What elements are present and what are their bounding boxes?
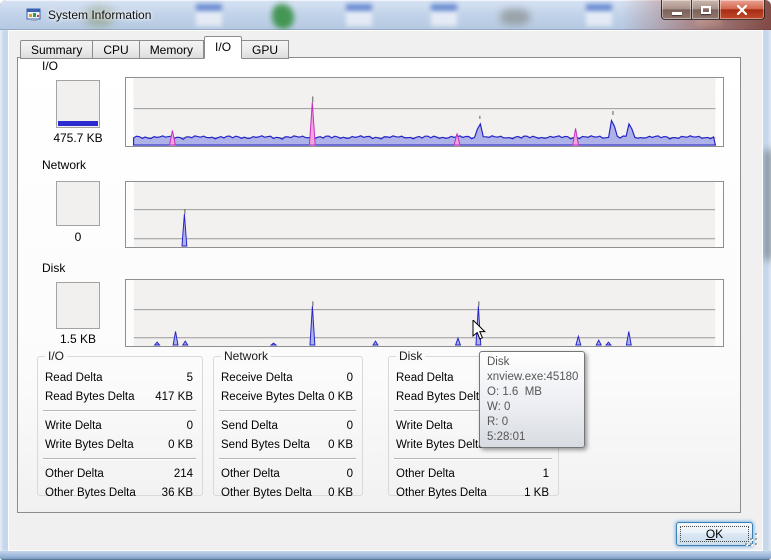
group-separator	[394, 458, 552, 460]
group-body: Read Delta 5 Read Bytes Delta 417 KB Write D…	[38, 357, 202, 495]
stat-label: Read Bytes Delta	[396, 391, 486, 403]
stat-value: 214	[174, 468, 193, 480]
group-body: Receive Delta0Receive Bytes Delta0 KBSen…	[214, 357, 362, 495]
ok-button-label: OK	[706, 527, 723, 541]
caption-buttons	[661, 0, 765, 20]
tooltip-line: W: 0	[487, 400, 584, 415]
stats-groups: I/ORead Delta5Read Bytes Delta417 KBWrit…	[18, 58, 740, 512]
stat-row: Read Delta 5	[38, 368, 202, 387]
stat-row: Receive Delta 0	[214, 368, 362, 387]
stat-row: Other Bytes Delta 0 KB	[214, 483, 362, 502]
mouse-cursor	[472, 320, 486, 341]
minimize-button[interactable]	[661, 0, 691, 20]
close-button[interactable]	[720, 0, 765, 20]
stat-label: Other Bytes Delta	[45, 487, 136, 499]
window-border-right	[763, 30, 771, 551]
tab-i-o[interactable]: I/O	[204, 36, 242, 59]
stat-row: Other Delta 0	[214, 464, 362, 483]
stat-value: 417 KB	[155, 391, 193, 403]
group-network: NetworkReceive Delta0Receive Bytes Delta…	[213, 356, 363, 496]
window-title: System Information	[48, 8, 151, 22]
stat-label: Read Delta	[396, 372, 454, 384]
blurred-window-icon	[196, 4, 222, 26]
stat-row: Other Bytes Delta 36 KB	[38, 483, 202, 502]
stat-label: Receive Delta	[221, 372, 293, 384]
stat-row: Other Delta 1	[389, 464, 558, 483]
app-icon[interactable]	[26, 7, 42, 23]
blurred-window-icon	[586, 4, 612, 26]
tab-summary[interactable]: Summary	[20, 40, 93, 59]
minimize-icon	[672, 12, 682, 15]
stat-label: Send Delta	[221, 420, 278, 432]
stat-row: Write Bytes Delta 0 KB	[38, 435, 202, 454]
close-icon	[736, 5, 748, 15]
tab-memory[interactable]: Memory	[140, 40, 204, 59]
stat-label: Read Delta	[45, 372, 103, 384]
blurred-gray-blob	[500, 9, 530, 25]
group-i-o: I/ORead Delta5Read Bytes Delta417 KBWrit…	[37, 356, 203, 496]
stat-label: Write Delta	[396, 420, 453, 432]
stat-value: 0	[347, 372, 353, 384]
window-border-bottom	[0, 551, 771, 560]
system-information-window: System Information SummaryCPUMemoryI/OGP…	[0, 0, 771, 560]
stat-label: Other Delta	[45, 468, 104, 480]
window-border-left	[0, 30, 8, 551]
maximize-button[interactable]	[691, 0, 720, 20]
tab-page-io: I/O475.7 KBNetwork0Disk1.5 KB I/ORead De…	[17, 57, 741, 513]
glass-smudge	[764, 150, 771, 260]
stat-row: Read Bytes Delta 417 KB	[38, 387, 202, 406]
tab-strip: SummaryCPUMemoryI/OGPU	[20, 35, 289, 58]
stat-label: Receive Bytes Delta	[221, 391, 325, 403]
stat-row: Receive Bytes Delta0 KB	[214, 387, 362, 406]
stat-row: Send Bytes Delta 0 KB	[214, 435, 362, 454]
disk-tooltip: Diskxnview.exe:45180O: 1.6 MBW: 0R: 05:2…	[479, 351, 585, 448]
tab-cpu[interactable]: CPU	[93, 40, 139, 59]
stat-label: Write Bytes Delta	[45, 439, 134, 451]
group-separator	[219, 410, 356, 412]
group-separator	[43, 458, 196, 460]
system-info-icon	[26, 7, 42, 23]
stat-label: Other Bytes Delta	[396, 487, 487, 499]
stat-value: 5	[187, 372, 193, 384]
stat-row: Write Delta 0	[38, 416, 202, 435]
stat-value: 1	[543, 468, 549, 480]
stat-label: Other Delta	[221, 468, 280, 480]
tooltip-line: O: 1.6 MB	[487, 385, 584, 400]
stat-row: Send Delta 0	[214, 416, 362, 435]
blurred-window-icon	[346, 4, 372, 26]
blurred-window-icon	[431, 4, 457, 26]
tooltip-line: R: 0	[487, 415, 584, 430]
stat-value: 0	[347, 420, 353, 432]
stat-label: Write Delta	[45, 420, 102, 432]
stat-row: Other Delta 214	[38, 464, 202, 483]
resize-grip[interactable]	[745, 533, 760, 548]
stat-row: Other Bytes Delta 1 KB	[389, 483, 558, 502]
stat-label: Write Bytes Delta	[396, 439, 485, 451]
tooltip-line: Disk	[487, 355, 584, 370]
tooltip-line: xnview.exe:45180	[487, 370, 584, 385]
stat-label: Other Delta	[396, 468, 455, 480]
stat-value: 0 KB	[328, 391, 353, 403]
ok-button[interactable]: OK	[676, 522, 753, 546]
tooltip-line: 5:28:01	[487, 430, 584, 445]
maximize-icon	[701, 6, 711, 14]
group-separator	[219, 458, 356, 460]
stat-value: 1 KB	[524, 487, 549, 499]
group-separator	[43, 410, 196, 412]
resize-grip-icon	[745, 533, 760, 548]
tab-gpu[interactable]: GPU	[242, 40, 289, 59]
stat-label: Other Bytes Delta	[221, 487, 312, 499]
stat-value: 0	[187, 420, 193, 432]
stat-label: Send Bytes Delta	[221, 439, 310, 451]
titlebar[interactable]: System Information	[0, 0, 771, 30]
stat-value: 36 KB	[162, 487, 193, 499]
dialog-client-area: SummaryCPUMemoryI/OGPU I/O475.7 KBNetwor…	[8, 30, 763, 551]
stat-value: 0 KB	[328, 487, 353, 499]
stat-value: 0	[347, 468, 353, 480]
stat-label: Read Bytes Delta	[45, 391, 135, 403]
stat-value: 0 KB	[328, 439, 353, 451]
stat-value: 0 KB	[168, 439, 193, 451]
blurred-green-shortcut	[272, 4, 294, 29]
